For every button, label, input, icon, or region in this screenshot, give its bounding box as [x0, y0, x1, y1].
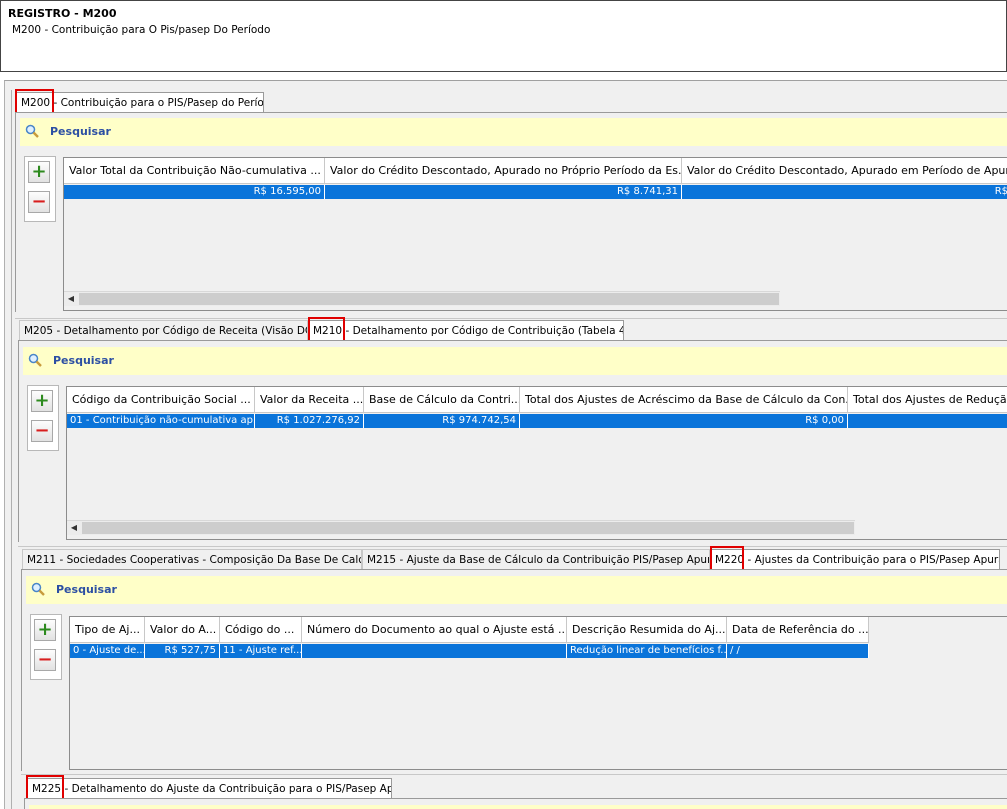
data-grid-2[interactable]: Código da Contribuição Social ... Valor … [66, 386, 1007, 540]
column-header[interactable]: Data de Referência do ... [727, 617, 869, 643]
highlight-m210 [308, 317, 345, 342]
outer-left-border [11, 90, 12, 809]
horizontal-scrollbar-2[interactable]: ◀ [67, 520, 855, 535]
column-header[interactable]: Valor do Crédito Descontado, Apurado no … [325, 158, 682, 184]
table-cell[interactable]: R$ 1.027.276,92 [255, 414, 364, 428]
horizontal-scrollbar-1[interactable]: ◀ [64, 291, 780, 306]
column-header[interactable]: Valor Total da Contribuição Não-cumulati… [64, 158, 325, 184]
table-cell[interactable]: R$ 8.741,31 [325, 185, 682, 199]
arrow-left-icon[interactable]: ◀ [64, 292, 78, 306]
magnifier-icon [25, 124, 39, 138]
tab-m225-label: - Detalhamento do Ajuste da Contribuição… [61, 783, 392, 795]
table-cell[interactable]: 01 - Contribuição não-cumulativa ap... [67, 414, 255, 428]
add-button-2[interactable]: + [31, 390, 53, 412]
arrow-left-icon[interactable]: ◀ [67, 521, 81, 535]
table-cell[interactable]: 0 - Ajuste de... [70, 644, 145, 658]
tab-m210-label: - Detalhamento por Código de Contribuiçã… [342, 325, 624, 337]
tab-m205-label: M205 - Detalhamento por Código de Receit… [24, 325, 308, 337]
column-header[interactable]: Código do ... [220, 617, 302, 643]
plus-icon: + [34, 390, 50, 411]
tab-m210[interactable]: M210 - Detalhamento por Código de Contri… [308, 320, 624, 340]
tab-m211-label: M211 - Sociedades Cooperativas - Composi… [27, 554, 362, 566]
column-header[interactable]: Tipo de Aj... [70, 617, 145, 643]
table-cell[interactable]: / / [727, 644, 869, 658]
plus-icon: + [31, 161, 47, 182]
data-grid-1[interactable]: Valor Total da Contribuição Não-cumulati… [63, 157, 1007, 311]
table-cell[interactable]: R$ 16.595,00 [64, 185, 325, 199]
remove-button-3[interactable]: − [34, 649, 56, 671]
table-cell[interactable] [302, 644, 567, 658]
table-cell[interactable]: R$ 527,75 [145, 644, 220, 658]
table-cell[interactable]: R$ 974.742,54 [364, 414, 520, 428]
minus-icon: − [34, 420, 50, 441]
column-header[interactable]: Valor do Crédito Descontado, Apurado em … [682, 158, 1007, 184]
tab-m200-label: - Contribuição para o PIS/Pasep do Perío… [50, 97, 264, 109]
button-box-1: + − [24, 156, 56, 222]
table-cell[interactable] [848, 414, 1007, 428]
highlight-m225 [26, 775, 64, 800]
magnifier-icon [31, 582, 45, 596]
tab-m215-label: M215 - Ajuste da Base de Cálculo da Cont… [367, 554, 710, 566]
search-label-1[interactable]: Pesquisar [50, 125, 111, 138]
search-bar-4[interactable] [29, 805, 1007, 809]
remove-button-1[interactable]: − [28, 191, 50, 213]
column-header[interactable]: Valor da Receita ... [255, 387, 364, 413]
register-title: REGISTRO - M200 [8, 7, 117, 20]
scroll-thumb-2[interactable] [82, 522, 854, 534]
table-cell[interactable]: R$ 0,00 [520, 414, 848, 428]
column-header[interactable]: Valor do A... [145, 617, 220, 643]
minus-icon: − [37, 649, 53, 670]
scroll-thumb-1[interactable] [79, 293, 779, 305]
search-label-2[interactable]: Pesquisar [53, 354, 114, 367]
column-header[interactable]: Descrição Resumida do Aj... [567, 617, 727, 643]
tab-m220[interactable]: M220 - Ajustes da Contribuição para o PI… [710, 549, 1000, 569]
data-grid-3[interactable]: Tipo de Aj... Valor do A... Código do ..… [69, 616, 1007, 770]
search-bar-2[interactable]: Pesquisar [23, 347, 1007, 375]
add-button-3[interactable]: + [34, 619, 56, 641]
button-box-2: + − [27, 385, 59, 451]
table-cell[interactable]: R$ [682, 185, 1007, 199]
section3-tabstrip [18, 546, 1007, 548]
column-header[interactable]: Código da Contribuição Social ... [67, 387, 255, 413]
search-bar-1[interactable]: Pesquisar [20, 118, 1007, 146]
remove-button-2[interactable]: − [31, 420, 53, 442]
column-header[interactable]: Número do Documento ao qual o Ajuste est… [302, 617, 567, 643]
register-subtitle: M200 - Contribuição para O Pis/pasep Do … [12, 24, 271, 36]
search-bar-3[interactable]: Pesquisar [26, 576, 1007, 604]
button-box-3: + − [30, 614, 62, 680]
tab-m225[interactable]: M225 - Detalhamento do Ajuste da Contrib… [27, 778, 392, 798]
plus-icon: + [37, 619, 53, 640]
column-header[interactable]: Total dos Ajustes de Acréscimo da Base d… [520, 387, 848, 413]
add-button-1[interactable]: + [28, 161, 50, 183]
magnifier-icon [28, 353, 42, 367]
table-cell[interactable]: Redução linear de benefícios f... [567, 644, 727, 658]
tab-m215[interactable]: M215 - Ajuste da Base de Cálculo da Cont… [362, 549, 710, 569]
tab-m220-label: - Ajustes da Contribuição para o PIS/Pas… [744, 554, 1000, 566]
column-header[interactable]: Base de Cálculo da Contri... [364, 387, 520, 413]
tab-m211[interactable]: M211 - Sociedades Cooperativas - Composi… [22, 549, 362, 569]
section4-tabstrip [21, 774, 1007, 776]
table-cell[interactable]: 11 - Ajuste ref... [220, 644, 302, 658]
register-header: REGISTRO - M200 M200 - Contribuição para… [0, 0, 1007, 72]
minus-icon: − [31, 191, 47, 212]
tab-m205[interactable]: M205 - Detalhamento por Código de Receit… [19, 320, 308, 340]
search-label-3[interactable]: Pesquisar [56, 583, 117, 596]
column-header[interactable]: Total dos Ajustes de Redução [848, 387, 1007, 413]
